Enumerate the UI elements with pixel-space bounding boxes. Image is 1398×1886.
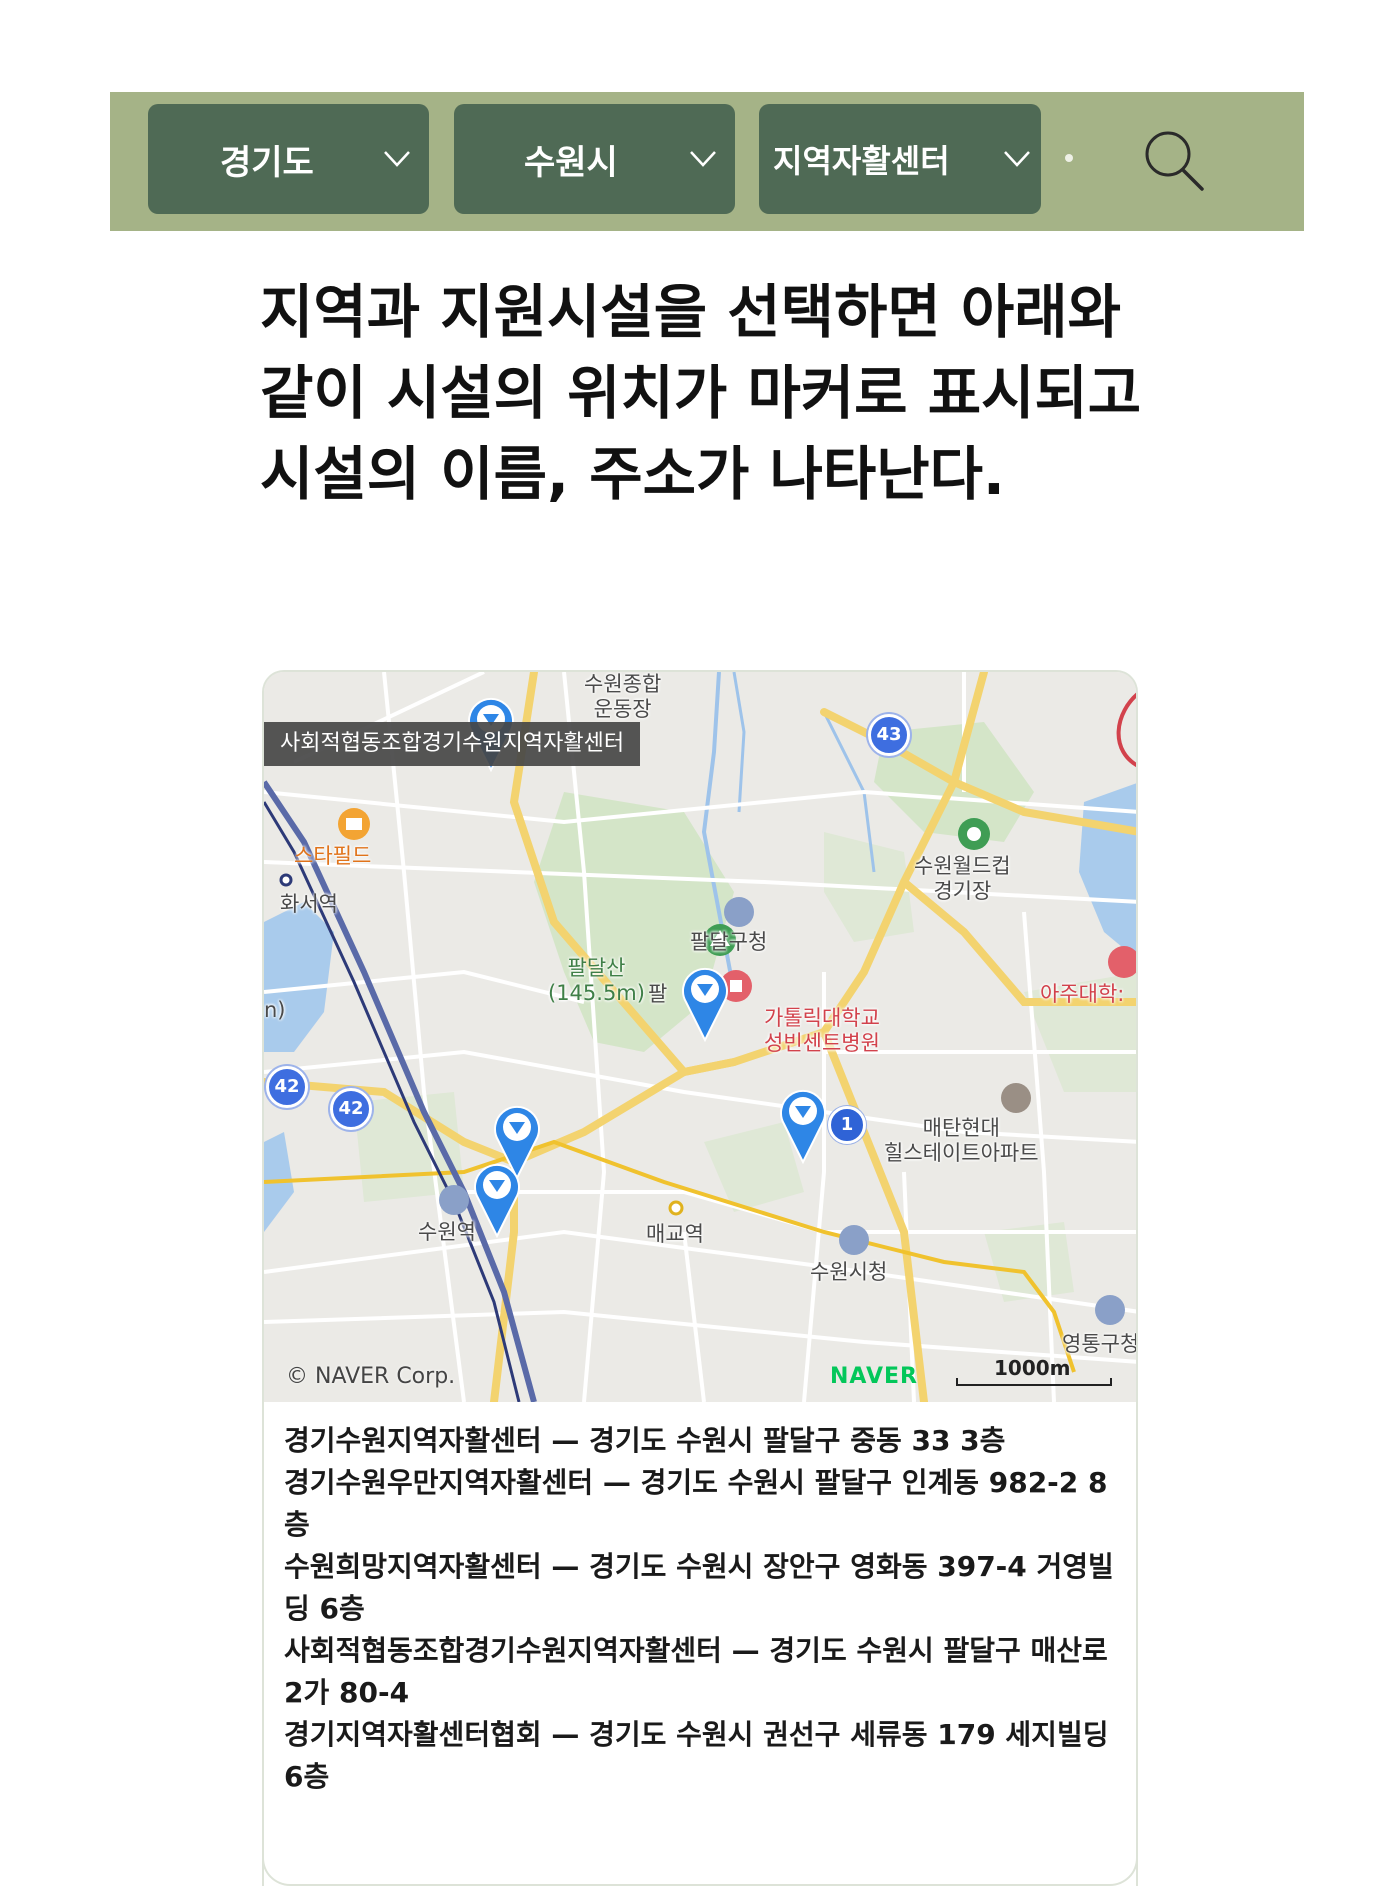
poi-yeongtong-office: 영통구청 [1062,1332,1138,1356]
poi-paldal-mountain: 팔달산 (145.5m) [548,956,645,1005]
poi-hospital: 가톨릭대학교 성빈센트병원 [764,1006,880,1055]
facility-name: 경기지역자활센터협회 [284,1718,542,1751]
region-select-value: 경기도 [220,142,314,183]
marker-cluster-count[interactable]: 1 [828,1106,866,1144]
map-scale-label: 1000m [994,1356,1071,1380]
road-badge: 42 [330,1088,372,1130]
map-scale-bar [956,1378,1112,1386]
list-item: 경기지역자활센터협회 — 경기도 수원시 권선구 세류동 179 세지빌딩 6층 [284,1714,1124,1798]
poi-suwon-station: 수원역 [418,1220,476,1244]
road-badge: 43 [868,714,910,756]
facility-name: 경기수원우만지역자활센터 [284,1466,594,1499]
poi-paldal-office: 팔달구청 [690,930,768,954]
city-select-value: 수원시 [524,142,618,183]
city-select[interactable]: 수원시 [454,104,735,214]
facility-name: 사회적협동조합경기수원지역자활센터 [284,1634,722,1667]
facility-type-select-value: 지역자활센터 [773,142,950,180]
facility-type-select[interactable]: 지역자활센터 [759,104,1041,214]
poi-starfield: 스타필드 [294,844,372,868]
poi-maetan-apartment: 매탄현대 힐스테이트아파트 [884,1116,1039,1165]
facility-name: 경기수원지역자활센터 [284,1424,542,1457]
separator-dot [1065,154,1073,162]
chevron-down-icon [384,151,410,167]
list-item: 사회적협동조합경기수원지역자활센터 — 경기도 수원시 팔달구 매산로2가 80… [284,1630,1124,1714]
map-card: 수원종합 운동장 스타필드 화서역 수원월드컵 경기장 팔달구청 팔달산 (14… [262,670,1138,1886]
map-view[interactable]: 수원종합 운동장 스타필드 화서역 수원월드컵 경기장 팔달구청 팔달산 (14… [264,672,1138,1402]
map-pin-icon[interactable] [680,964,730,1042]
description-heading: 지역과 지원시설을 선택하면 아래와 같이 시설의 위치가 마커로 표시되고 시… [260,278,1142,508]
poi-worldcup-stadium: 수원월드컵 경기장 [914,854,1011,903]
chevron-down-icon [1004,151,1030,167]
map-pin-icon[interactable] [472,1160,522,1238]
facility-address: 경기도 수원시 팔달구 중동 33 3층 [589,1424,1006,1457]
facility-name: 수원희망지역자활센터 [284,1550,542,1583]
separator: — [551,1718,580,1751]
region-select[interactable]: 경기도 [148,104,429,214]
separator: — [551,1424,580,1457]
list-item: 경기수원우만지역자활센터 — 경기도 수원시 팔달구 인계동 982-2 8층 [284,1462,1124,1546]
marker-tooltip: 사회적협동조합경기수원지역자활센터 [264,722,641,766]
chevron-down-icon [690,151,716,167]
poi-paldal-partial: 팔 [648,982,668,1006]
separator: — [551,1550,580,1583]
filter-bar: 경기도 수원시 지역자활센터 [110,92,1304,231]
poi-ajou-university: 아주대학: [1040,982,1125,1006]
poi-stadium: 수원종합 운동장 [584,672,662,721]
poi-city-hall: 수원시청 [810,1260,888,1284]
poi-hwaseo-station: 화서역 [280,892,338,916]
naver-logo: NAVER [830,1364,918,1389]
facility-list: 경기수원지역자활센터 — 경기도 수원시 팔달구 중동 33 3층 경기수원우만… [284,1420,1124,1798]
separator: — [731,1634,760,1667]
poi-maegyo-station: 매교역 [646,1222,704,1246]
list-item: 경기수원지역자활센터 — 경기도 수원시 팔달구 중동 33 3층 [284,1420,1124,1462]
separator: — [602,1466,631,1499]
list-item: 수원희망지역자활센터 — 경기도 수원시 장안구 영화동 397-4 거영빌딩 … [284,1546,1124,1630]
search-icon[interactable] [1140,126,1210,196]
map-pin-icon[interactable] [778,1086,828,1164]
road-badge: 42 [266,1066,308,1108]
poi-partial-left: n) [264,998,286,1022]
map-copyright: © NAVER Corp. [286,1364,456,1389]
